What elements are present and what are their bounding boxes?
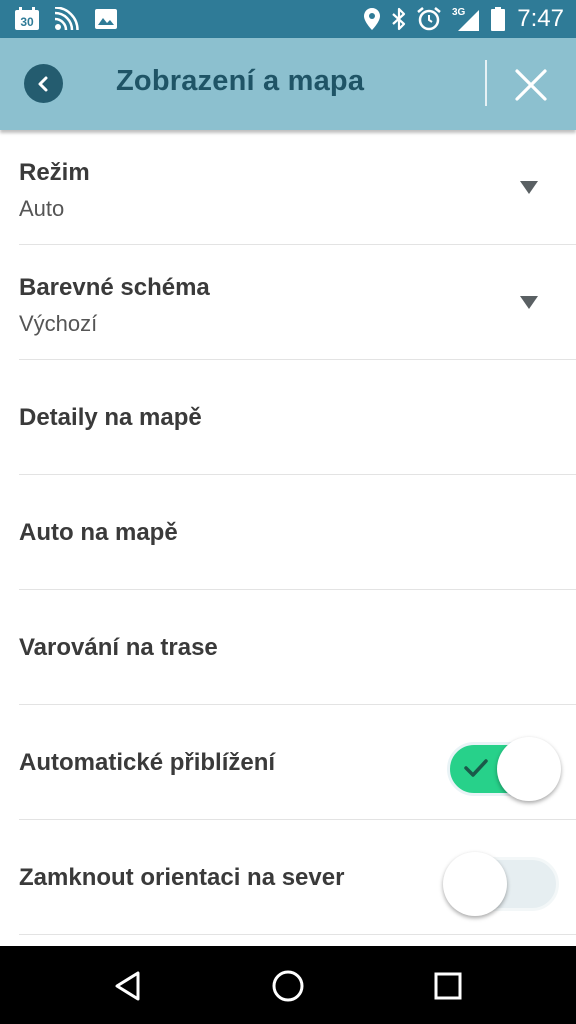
toggle-knob — [443, 852, 507, 916]
home-circle-icon — [272, 970, 304, 1002]
dropdown-arrow-icon[interactable] — [520, 181, 538, 194]
setting-detaily-na-mape-label: Detaily na mapě — [19, 404, 202, 431]
setting-detaily-na-mape[interactable]: Detaily na mapě — [19, 360, 576, 475]
setting-barevne-schema[interactable]: Barevné schéma Výchozí — [19, 245, 576, 360]
nav-home-button[interactable] — [270, 968, 306, 1004]
back-button[interactable] — [24, 64, 63, 103]
setting-rezim-value: Auto — [19, 196, 65, 221]
network-label: 3G — [452, 7, 466, 18]
location-icon — [363, 7, 381, 31]
setting-zamknout-orientaci-label: Zamknout orientaci na sever — [19, 864, 345, 891]
calendar-day: 30 — [20, 15, 34, 29]
setting-barevne-schema-value: Výchozí — [19, 311, 98, 336]
setting-automaticke-priblizeni: Automatické přiblížení — [19, 705, 576, 820]
settings-list: Režim Auto Barevné schéma Výchozí Detail… — [0, 130, 576, 946]
page-title: Zobrazení a mapa — [116, 65, 365, 97]
setting-varovani-na-trase-label: Varování na trase — [19, 634, 218, 661]
toggle-knob — [497, 737, 561, 801]
back-triangle-icon — [115, 971, 140, 1001]
nav-back-button[interactable] — [110, 968, 146, 1004]
close-button[interactable] — [510, 64, 552, 106]
calendar-icon: 30 — [14, 7, 40, 31]
image-icon — [94, 8, 118, 30]
cell-signal-icon: 3G — [451, 6, 481, 32]
dropdown-arrow-icon[interactable] — [520, 296, 538, 309]
battery-icon — [491, 7, 506, 31]
nav-recents-button[interactable] — [430, 968, 466, 1004]
setting-auto-na-mape[interactable]: Auto na mapě — [19, 475, 576, 590]
bluetooth-icon — [391, 7, 407, 31]
status-time: 7:47 — [517, 5, 564, 32]
status-bar: 30 3G 7:47 — [0, 0, 576, 38]
header-divider — [485, 60, 487, 106]
setting-rezim[interactable]: Režim Auto — [19, 130, 576, 245]
chevron-left-icon — [38, 76, 47, 91]
checkmark-icon — [464, 759, 488, 777]
auto-zoom-toggle[interactable] — [445, 737, 561, 801]
setting-rezim-label: Režim — [19, 159, 90, 186]
setting-varovani-na-trase[interactable]: Varování na trase — [19, 590, 576, 705]
status-left-icons: 30 — [14, 6, 118, 32]
setting-automaticke-priblizeni-label: Automatické přiblížení — [19, 749, 276, 776]
north-lock-toggle[interactable] — [443, 852, 559, 916]
app-header: Zobrazení a mapa — [0, 38, 576, 130]
system-nav-bar — [0, 946, 576, 1024]
close-icon — [515, 69, 547, 101]
setting-zamknout-orientaci: Zamknout orientaci na sever — [19, 820, 576, 935]
alarm-icon — [417, 7, 442, 31]
recents-square-icon — [434, 972, 462, 1000]
setting-barevne-schema-label: Barevné schéma — [19, 274, 210, 301]
setting-auto-na-mape-label: Auto na mapě — [19, 519, 178, 546]
status-right-icons: 3G 7:47 — [363, 4, 564, 34]
wifi-signal-icon — [54, 7, 80, 31]
